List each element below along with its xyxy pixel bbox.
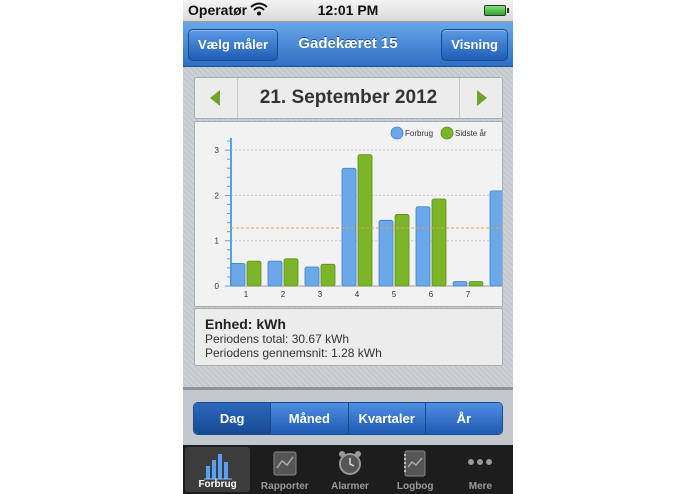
bar [320, 263, 336, 287]
x-tick-label: 6 [429, 290, 434, 299]
consumption-chart: 0 1 2 3 1 2 3 4 5 6 7 Forbrug Sidste år [194, 121, 505, 307]
tab-label: Alarmer [331, 481, 369, 492]
x-tick-label: 7 [466, 290, 471, 299]
alarm-clock-icon [335, 448, 365, 483]
tab-bar: Forbrug Rapporter Alarmer Logbog Mere [183, 445, 513, 494]
x-tick-label: 5 [392, 290, 397, 299]
battery-icon [484, 5, 509, 16]
bar [246, 260, 262, 287]
tab-label: Forbrug [198, 479, 237, 490]
tab-rapporter[interactable]: Rapporter [252, 445, 317, 494]
bar [267, 260, 283, 287]
tab-mere[interactable]: Mere [448, 445, 513, 494]
period-selector-area: Dag Måned Kvartaler År [183, 390, 513, 445]
previous-date-button[interactable] [195, 78, 238, 118]
segment-day[interactable]: Dag [194, 403, 272, 434]
date-selector: 21. September 2012 [194, 77, 503, 119]
legend-label: Forbrug [405, 129, 433, 138]
unit-label: Enhed: kWh [205, 316, 286, 332]
period-summary: Enhed: kWh Periodens total: 30.67 kWh Pe… [194, 308, 503, 366]
bar [489, 190, 505, 287]
tab-label: Mere [468, 481, 493, 492]
bar [230, 262, 246, 287]
x-tick-label: 4 [355, 290, 360, 299]
date-label: 21. September 2012 [259, 87, 438, 108]
legend-swatch [440, 126, 454, 140]
bar [304, 266, 320, 287]
period-total: Periodens total: 30.67 kWh [205, 332, 350, 346]
bar [357, 154, 373, 287]
bar [378, 219, 394, 287]
legend-label: Sidste år [455, 129, 487, 138]
arrow-left-icon [210, 90, 220, 106]
bar [283, 258, 299, 287]
logbook-icon [400, 448, 430, 483]
phone-screen: Operatør 12:01 PM Gadekæret 15 Vælg måle… [183, 0, 513, 494]
arrow-right-icon [477, 90, 487, 106]
y-tick-label: 2 [215, 191, 220, 200]
period-segmented-control: Dag Måned Kvartaler År [193, 402, 503, 435]
next-date-button[interactable] [459, 78, 502, 118]
more-dots-icon [465, 448, 495, 483]
y-tick-label: 1 [215, 237, 220, 246]
x-tick-label: 3 [318, 290, 323, 299]
clock: 12:01 PM [317, 2, 379, 18]
bar [415, 206, 431, 287]
segment-quarters[interactable]: Kvartaler [348, 403, 426, 434]
tab-label: Logbog [396, 481, 434, 492]
period-average: Periodens gennemsnit: 1.28 kWh [205, 346, 382, 360]
navigation-bar: Gadekæret 15 Vælg måler Visning [183, 22, 513, 67]
tab-alarmer[interactable]: Alarmer [317, 445, 382, 494]
bar [341, 167, 357, 287]
view-button[interactable]: Visning [441, 29, 508, 61]
select-meter-button[interactable]: Vælg måler [188, 29, 279, 61]
x-tick-label: 1 [244, 290, 249, 299]
content-area: 21. September 2012 0 1 2 3 1 2 3 4 5 6 7 Forbrug Sid… [183, 67, 513, 387]
tab-forbrug[interactable]: Forbrug [185, 447, 251, 492]
y-tick-label: 3 [215, 146, 220, 155]
tab-label: Rapporter [260, 481, 309, 492]
bar [394, 214, 410, 287]
bar [431, 198, 447, 287]
segment-month[interactable]: Måned [271, 403, 349, 434]
bar [452, 281, 468, 287]
y-tick-label: 0 [215, 282, 220, 291]
status-bar: Operatør 12:01 PM [183, 0, 513, 22]
segment-year[interactable]: År [425, 403, 502, 434]
legend-swatch [390, 126, 404, 140]
bar [468, 281, 484, 287]
chart-canvas: 0 1 2 3 1 2 3 4 5 6 7 Forbrug Sidste år [215, 126, 505, 299]
tab-logbog[interactable]: Logbog [383, 445, 448, 494]
x-tick-label: 2 [281, 290, 286, 299]
report-icon [270, 448, 300, 483]
